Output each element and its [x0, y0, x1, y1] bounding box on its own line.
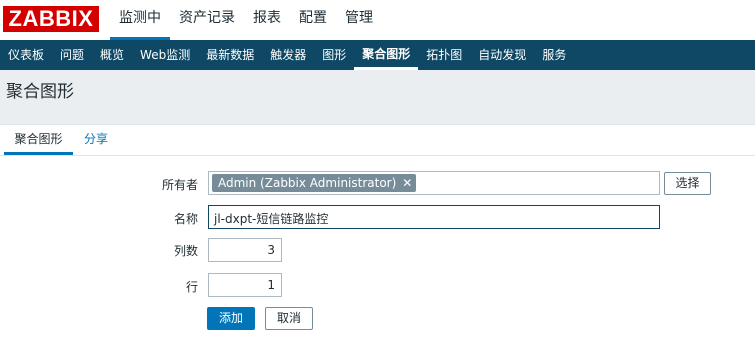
owner-tag-text: Admin (Zabbix Administrator): [218, 176, 397, 190]
remove-icon[interactable]: ✕: [402, 174, 412, 192]
main-menu-inventory[interactable]: 资产记录: [170, 0, 244, 40]
columns-input[interactable]: 3: [208, 238, 282, 262]
owner-tag: Admin (Zabbix Administrator) ✕: [212, 174, 417, 192]
tab-sharing[interactable]: 分享: [84, 125, 108, 155]
owner-label: 所有者: [161, 178, 198, 192]
sub-menu-services[interactable]: 服务: [534, 40, 574, 70]
main-menu-configuration[interactable]: 配置: [290, 0, 336, 40]
tab-bar: 聚合图形 分享: [0, 125, 755, 156]
title-bar: 聚合图形: [0, 70, 755, 112]
sub-menu-web[interactable]: Web监测: [132, 40, 198, 70]
columns-input-value: 3: [267, 243, 275, 257]
cancel-button[interactable]: 取消: [265, 307, 313, 330]
add-button[interactable]: 添加: [207, 307, 255, 330]
rows-input-value: 1: [267, 278, 275, 292]
sub-menu-dashboard[interactable]: 仪表板: [0, 40, 52, 70]
select-button[interactable]: 选择: [664, 172, 711, 195]
rows-input[interactable]: 1: [208, 273, 282, 297]
zabbix-logo[interactable]: ZABBIX: [3, 6, 99, 32]
columns-label: 列数: [173, 244, 198, 258]
sub-menu-graphs[interactable]: 图形: [314, 40, 354, 70]
form-panel: 聚合图形 分享 所有者 Admin (Zabbix Administrator)…: [0, 124, 755, 344]
name-label: 名称: [173, 212, 198, 226]
main-menu-monitoring[interactable]: 监测中: [110, 0, 170, 40]
page-title: 聚合图形: [6, 82, 74, 102]
owner-field[interactable]: Admin (Zabbix Administrator) ✕: [208, 171, 660, 195]
sub-menu-overview[interactable]: 概览: [92, 40, 132, 70]
main-menu: 监测中 资产记录 报表 配置 管理: [110, 0, 382, 40]
top-bar: ZABBIX 监测中 资产记录 报表 配置 管理: [0, 0, 755, 40]
rows-label: 行: [185, 280, 198, 294]
sub-menu-triggers[interactable]: 触发器: [262, 40, 314, 70]
main-menu-administration[interactable]: 管理: [336, 0, 382, 40]
sub-menu: 仪表板 问题 概览 Web监测 最新数据 触发器 图形 聚合图形 拓扑图 自动发…: [0, 40, 755, 70]
sub-menu-problems[interactable]: 问题: [52, 40, 92, 70]
main-menu-reports[interactable]: 报表: [244, 0, 290, 40]
name-input[interactable]: jl-dxpt-短信链路监控: [208, 205, 660, 229]
sub-menu-latest-data[interactable]: 最新数据: [198, 40, 262, 70]
sub-menu-screens[interactable]: 聚合图形: [354, 40, 419, 70]
sub-menu-discovery[interactable]: 自动发现: [470, 40, 534, 70]
name-input-value: jl-dxpt-短信链路监控: [214, 212, 329, 226]
sub-menu-maps[interactable]: 拓扑图: [418, 40, 470, 70]
tab-screen[interactable]: 聚合图形: [4, 125, 73, 155]
